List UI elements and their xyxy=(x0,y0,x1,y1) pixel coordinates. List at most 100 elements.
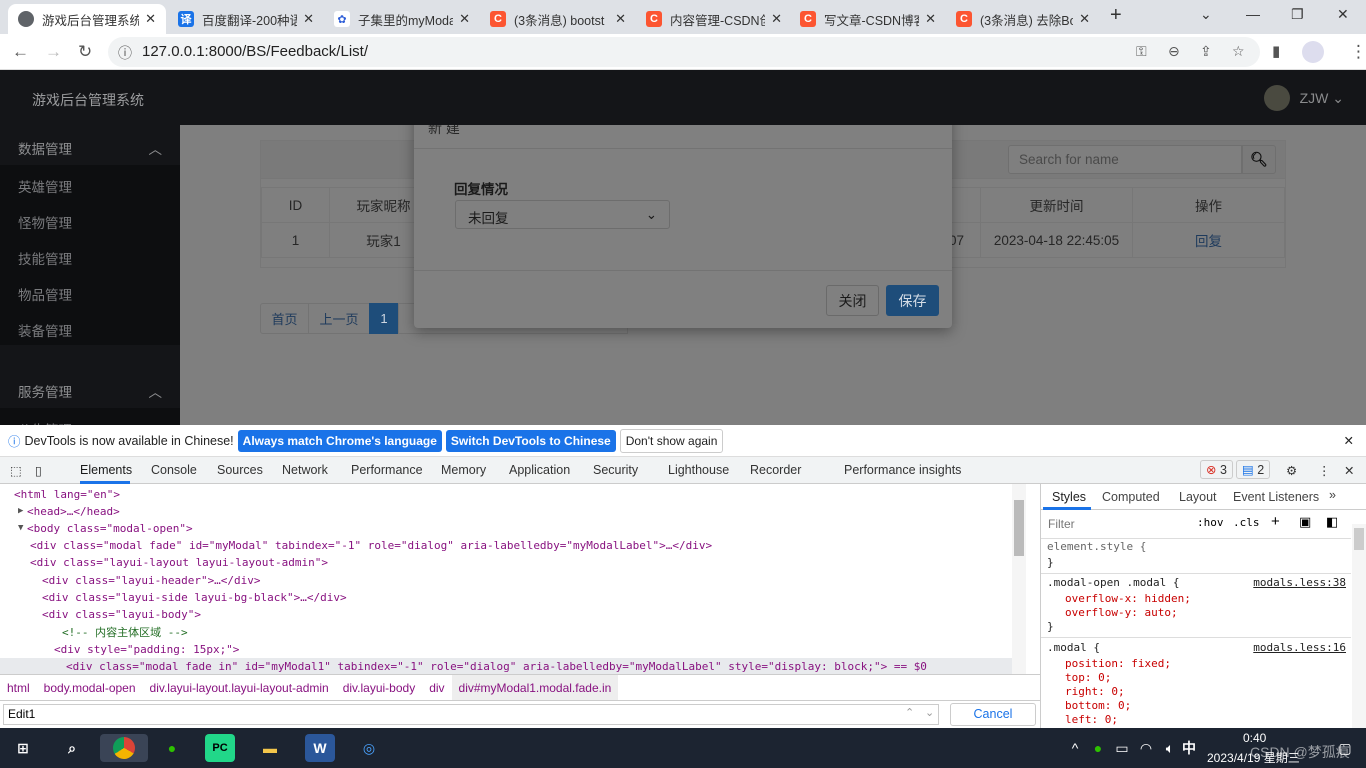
cls-toggle[interactable]: .cls xyxy=(1233,516,1260,529)
match-language-button[interactable]: Always match Chrome's language xyxy=(237,429,442,452)
css-property[interactable]: top: 0; xyxy=(1065,671,1111,684)
wechat-icon[interactable]: ● xyxy=(157,734,187,762)
breadcrumb-item[interactable]: div#myModal1.modal.fade.in xyxy=(451,674,619,701)
tab-security[interactable]: Security xyxy=(593,463,638,477)
browser-tab[interactable]: 译百度翻译-200种语 ✕ xyxy=(168,4,324,34)
find-prev-icon[interactable]: ⌃ xyxy=(905,706,914,719)
css-property[interactable]: overflow-x: hidden; xyxy=(1065,592,1191,605)
tab-lighthouse[interactable]: Lighthouse xyxy=(668,463,729,477)
dom-node[interactable]: <div class="modal fade" id="myModal" tab… xyxy=(30,537,712,554)
browser-tab[interactable]: C (3条消息) 去除Bo ✕ xyxy=(946,4,1100,34)
dom-node[interactable]: <div class="layui-body"> xyxy=(42,606,201,623)
more-icon[interactable]: ⋮ xyxy=(1318,463,1331,478)
close-tab-icon[interactable]: ✕ xyxy=(145,11,156,27)
rule-selector[interactable]: .modal-open .modal { xyxy=(1047,576,1179,589)
dom-node[interactable]: <html lang="en"> xyxy=(14,486,120,503)
back-icon[interactable]: ← xyxy=(12,42,29,62)
css-property[interactable]: position: fixed; xyxy=(1065,657,1171,670)
css-property[interactable]: left: 0; xyxy=(1065,713,1118,726)
browser-tab[interactable]: 游戏后台管理系统 ✕ xyxy=(8,4,166,34)
tab-performance[interactable]: Performance xyxy=(351,463,423,477)
browser-tab[interactable]: C (3条消息) bootst ✕ xyxy=(480,4,636,34)
cancel-button[interactable]: Cancel xyxy=(950,703,1036,726)
breadcrumb-item[interactable]: div.layui-layout.layui-layout-admin xyxy=(143,681,336,695)
sidebar-group-data[interactable]: 数据管理 ︿ xyxy=(0,125,180,161)
search-input[interactable]: Search for name xyxy=(1008,145,1242,174)
pycharm-icon[interactable]: PC xyxy=(205,734,235,762)
breadcrumb-item[interactable]: html xyxy=(0,681,37,695)
tab-application[interactable]: Application xyxy=(509,463,570,477)
css-property[interactable]: right: 0; xyxy=(1065,685,1125,698)
window-close-button[interactable]: ✕ xyxy=(1337,6,1349,23)
windows-start-icon[interactable]: ⊞ xyxy=(8,734,38,762)
save-button[interactable]: 保存 xyxy=(886,285,939,316)
device-toolbar-icon[interactable]: ▯ xyxy=(35,463,42,478)
tab-layout[interactable]: Layout xyxy=(1179,490,1217,504)
tab-search-icon[interactable]: ⌄ xyxy=(1200,6,1212,23)
breadcrumb-item[interactable]: body.modal-open xyxy=(37,681,143,695)
tab-styles[interactable]: Styles xyxy=(1052,490,1086,504)
close-tab-icon[interactable]: ✕ xyxy=(771,11,782,27)
sidebar-group-service[interactable]: 服务管理 ︿ xyxy=(0,368,180,404)
close-tab-icon[interactable]: ✕ xyxy=(303,11,314,27)
dom-node[interactable]: <body class="modal-open"> xyxy=(27,520,193,537)
source-link[interactable]: modals.less:38 xyxy=(1253,576,1346,589)
restore-button[interactable]: ❐ xyxy=(1291,6,1304,23)
ime-indicator[interactable]: 中 xyxy=(1174,734,1204,762)
scrollbar[interactable] xyxy=(1352,524,1366,728)
tab-console[interactable]: Console xyxy=(151,463,197,477)
menu-icon[interactable]: ⋮ xyxy=(1350,42,1366,62)
word-icon[interactable]: W xyxy=(305,734,335,762)
chrome-icon[interactable] xyxy=(100,734,148,762)
bookmark-star-icon[interactable]: ☆ xyxy=(1232,43,1245,60)
css-property[interactable]: bottom: 0; xyxy=(1065,699,1131,712)
messages-badge[interactable]: ▤ 2 xyxy=(1236,460,1271,479)
tab-sources[interactable]: Sources xyxy=(217,463,263,477)
errors-badge[interactable]: ⊗ 3 xyxy=(1200,460,1233,479)
minimize-button[interactable]: — xyxy=(1246,6,1260,22)
new-tab-button[interactable]: + xyxy=(1110,4,1122,27)
page-prev[interactable]: 上一页 xyxy=(308,303,370,334)
find-next-icon[interactable]: ⌄ xyxy=(925,706,934,719)
tab-computed[interactable]: Computed xyxy=(1102,490,1160,504)
tab-event-listeners[interactable]: Event Listeners xyxy=(1233,490,1319,504)
paint-icon[interactable]: ▣ xyxy=(1299,514,1311,530)
tab-performance-insights[interactable]: Performance insights xyxy=(844,463,961,477)
dom-node[interactable]: <head>…</head> xyxy=(27,503,120,520)
browser-tab[interactable]: C 内容管理-CSDN创 ✕ xyxy=(636,4,792,34)
dom-node[interactable]: <div style="padding: 15px;"> xyxy=(54,641,239,658)
forward-icon[interactable]: → xyxy=(45,42,62,62)
rule-selector[interactable]: .modal { xyxy=(1047,641,1100,654)
tab-memory[interactable]: Memory xyxy=(441,463,486,477)
dont-show-button[interactable]: Don't show again xyxy=(619,428,724,453)
filter-input[interactable]: Filter xyxy=(1045,514,1185,534)
omnibox[interactable]: ⓘ 127.0.0.1:8000/BS/Feedback/List/ ⚿ ⊖ ⇪… xyxy=(108,37,1260,67)
sidebar-item-notice[interactable]: 公告管理 xyxy=(0,408,180,425)
search-button[interactable]: 🔍︎ xyxy=(1242,145,1276,174)
page-first[interactable]: 首页 xyxy=(260,303,309,334)
app-icon[interactable]: ◎ xyxy=(354,734,384,762)
tab-network[interactable]: Network xyxy=(282,463,328,477)
collapse-triangle-icon[interactable]: ▼ xyxy=(18,520,23,537)
url-text[interactable]: 127.0.0.1:8000/BS/Feedback/List/ xyxy=(142,43,368,60)
browser-tab[interactable]: ✿ 子集里的myModa ✕ xyxy=(324,4,480,34)
reload-icon[interactable]: ↻ xyxy=(78,42,92,62)
file-explorer-icon[interactable]: ▬ xyxy=(255,734,285,762)
dom-node[interactable]: <div class="layui-layout layui-layout-ad… xyxy=(30,554,328,571)
close-icon[interactable]: ✕ xyxy=(1344,433,1354,448)
rule-selector[interactable]: element.style { xyxy=(1047,540,1146,553)
sidebar-item-equipment[interactable]: 装备管理 xyxy=(0,309,180,345)
close-tab-icon[interactable]: ✕ xyxy=(925,11,936,27)
breadcrumb-item[interactable]: div.layui-body xyxy=(336,681,422,695)
sidebar-item-monster[interactable]: 怪物管理 xyxy=(0,201,180,237)
source-link[interactable]: modals.less:16 xyxy=(1253,641,1346,654)
scrollbar[interactable] xyxy=(1012,484,1026,674)
profile-icon[interactable] xyxy=(1302,41,1324,63)
dom-node[interactable]: <div class="layui-side layui-bg-black">…… xyxy=(42,589,347,606)
notification-icon[interactable]: ▢ xyxy=(1330,734,1360,762)
reply-link[interactable]: 回复 xyxy=(1132,222,1285,258)
selected-dom-node[interactable]: <div class="modal fade in" id="myModal1"… xyxy=(0,658,1012,675)
side-panel-icon[interactable]: ▮ xyxy=(1272,42,1280,60)
sidebar-item-hero[interactable]: 英雄管理 xyxy=(0,165,180,201)
switch-chinese-button[interactable]: Switch DevTools to Chinese xyxy=(445,429,616,452)
